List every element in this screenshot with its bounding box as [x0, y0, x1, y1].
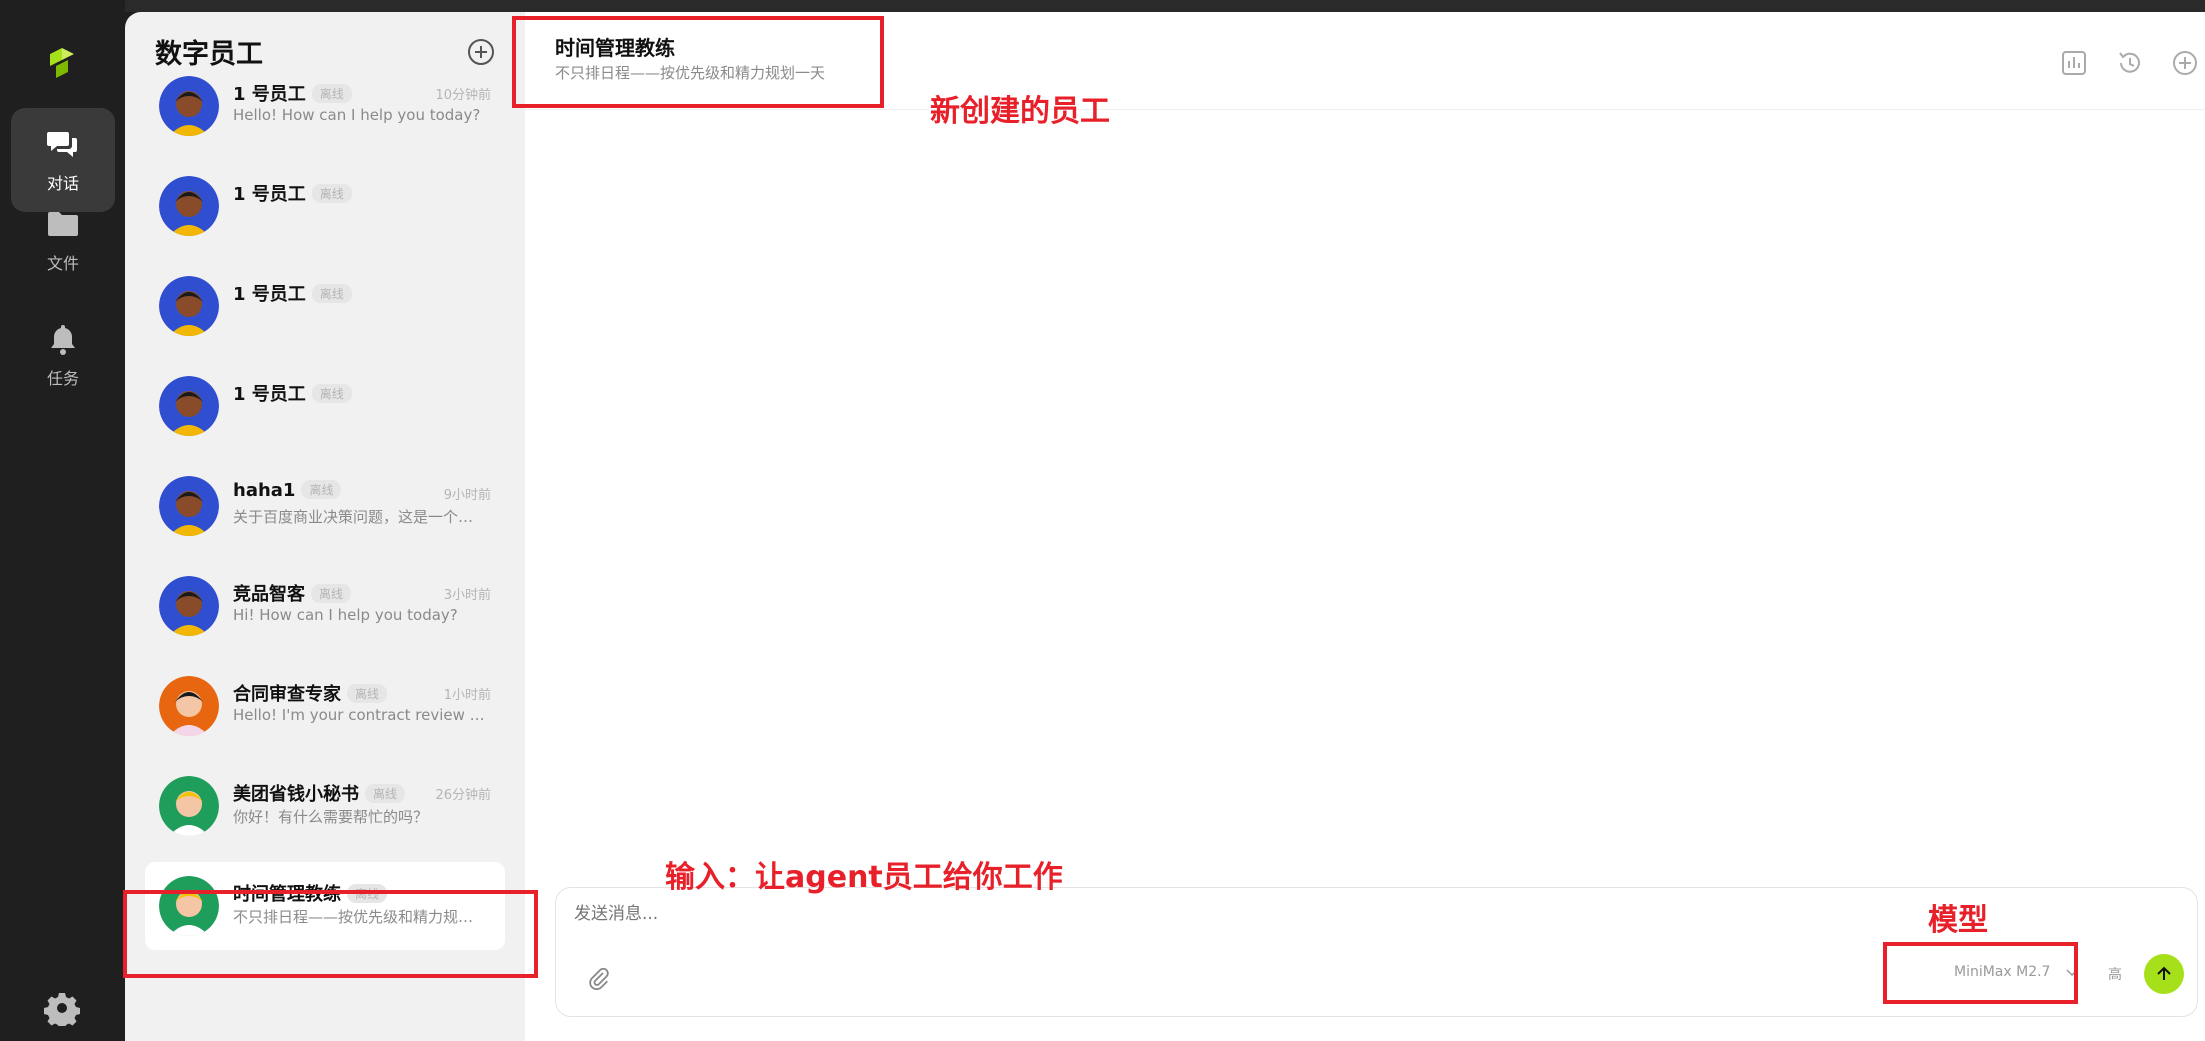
last-message-preview: 你好！有什么需要帮忙的吗？	[233, 808, 429, 826]
last-message-time: 3小时前	[443, 588, 491, 603]
nav-rail: 对话 文件 任务	[0, 0, 125, 1041]
plus-circle-icon[interactable]	[2170, 48, 2200, 78]
status-badge: 离线	[311, 584, 352, 603]
annotation-input-hint: 输入：让agent员工给你工作	[665, 860, 1063, 895]
employee-name: 1 号员工 离线	[233, 280, 352, 306]
status-badge: 离线	[347, 684, 388, 703]
bar-chart-icon[interactable]	[2059, 48, 2089, 78]
last-message-time: 10分钟前	[435, 88, 491, 103]
status-badge: 离线	[311, 84, 352, 103]
app-logo-icon	[50, 48, 74, 78]
status-badge: 离线	[311, 184, 352, 203]
avatar	[159, 676, 219, 736]
avatar	[159, 276, 219, 336]
avatar	[159, 176, 219, 236]
employee-name: 1 号员工 离线	[233, 380, 352, 406]
avatar	[159, 376, 219, 436]
annotation-box-selected-item	[123, 890, 538, 978]
employee-name: 美团省钱小秘书 离线	[233, 780, 406, 806]
mode-selector[interactable]: 高	[2108, 964, 2136, 984]
last-message-time: 26分钟前	[435, 788, 491, 803]
status-badge: 离线	[311, 384, 352, 403]
employee-name: 1 号员工 离线	[233, 80, 352, 106]
annotation-box-header	[512, 16, 884, 108]
bell-icon	[51, 325, 75, 355]
avatar	[159, 76, 219, 136]
employee-name: 1 号员工 离线	[233, 180, 352, 206]
status-badge: 离线	[311, 284, 352, 303]
nav-item-label: 文件	[46, 254, 79, 273]
employee-name: 合同审查专家 离线	[233, 680, 388, 706]
list-item[interactable]: 竞品智客 离线 3小时前 Hi! How can I help you today?	[145, 562, 505, 650]
list-item[interactable]: 美团省钱小秘书 离线 26分钟前 你好！有什么需要帮忙的吗？	[145, 762, 505, 850]
avatar	[159, 576, 219, 636]
folder-icon	[48, 212, 78, 236]
list-item[interactable]: 1 号员工 离线 10分钟前 Hello! How can I help you to…	[145, 62, 505, 150]
last-message-preview: Hello! How can I help you today?	[233, 106, 481, 124]
list-item[interactable]: 1 号员工 离线	[145, 162, 505, 250]
list-item[interactable]: 1 号员工 离线	[145, 362, 505, 450]
window-top-strip	[0, 0, 2205, 12]
mode-name: 高	[2108, 967, 2122, 983]
history-icon[interactable]	[2115, 48, 2145, 78]
employee-name: haha1 离线	[233, 480, 342, 501]
last-message-time: 9小时前	[443, 488, 491, 503]
nav-item-files[interactable]: 文件	[11, 188, 115, 292]
last-message-preview: 关于百度商业决策问题，这是一个…	[233, 508, 474, 526]
last-message-time: 1小时前	[443, 688, 491, 703]
employee-name: 竞品智客 离线	[233, 580, 352, 606]
gear-icon[interactable]	[44, 990, 80, 1026]
paperclip-icon[interactable]	[586, 966, 612, 992]
list-item[interactable]: 合同审查专家 离线 1小时前 Hello! I'm your contract rev…	[145, 662, 505, 750]
status-badge: 离线	[365, 784, 406, 803]
message-input[interactable]	[574, 904, 1774, 924]
send-button[interactable]	[2144, 954, 2184, 994]
nav-item-label: 任务	[46, 369, 79, 388]
list-item[interactable]: haha1 离线 9小时前关于百度商业决策问题，这是一个…	[145, 462, 505, 550]
annotation-model: 模型	[1928, 903, 1988, 938]
arrow-up-icon	[2157, 966, 2171, 980]
last-message-preview: Hello! I'm your contract review …	[233, 706, 485, 724]
list-item[interactable]: 1 号员工 离线	[145, 262, 505, 350]
annotation-new-employee: 新创建的员工	[930, 94, 1110, 129]
nav-item-tasks[interactable]: 任务	[11, 303, 115, 407]
avatar	[159, 776, 219, 836]
chat-icon	[47, 132, 77, 157]
annotation-box-model	[1883, 942, 2078, 1004]
status-badge: 离线	[301, 480, 342, 499]
avatar	[159, 476, 219, 536]
employee-list-panel: 数字员工 1 号员工 离线 10分钟前 Hello! How can I help y…	[125, 12, 525, 1041]
last-message-preview: Hi! How can I help you today?	[233, 606, 458, 624]
